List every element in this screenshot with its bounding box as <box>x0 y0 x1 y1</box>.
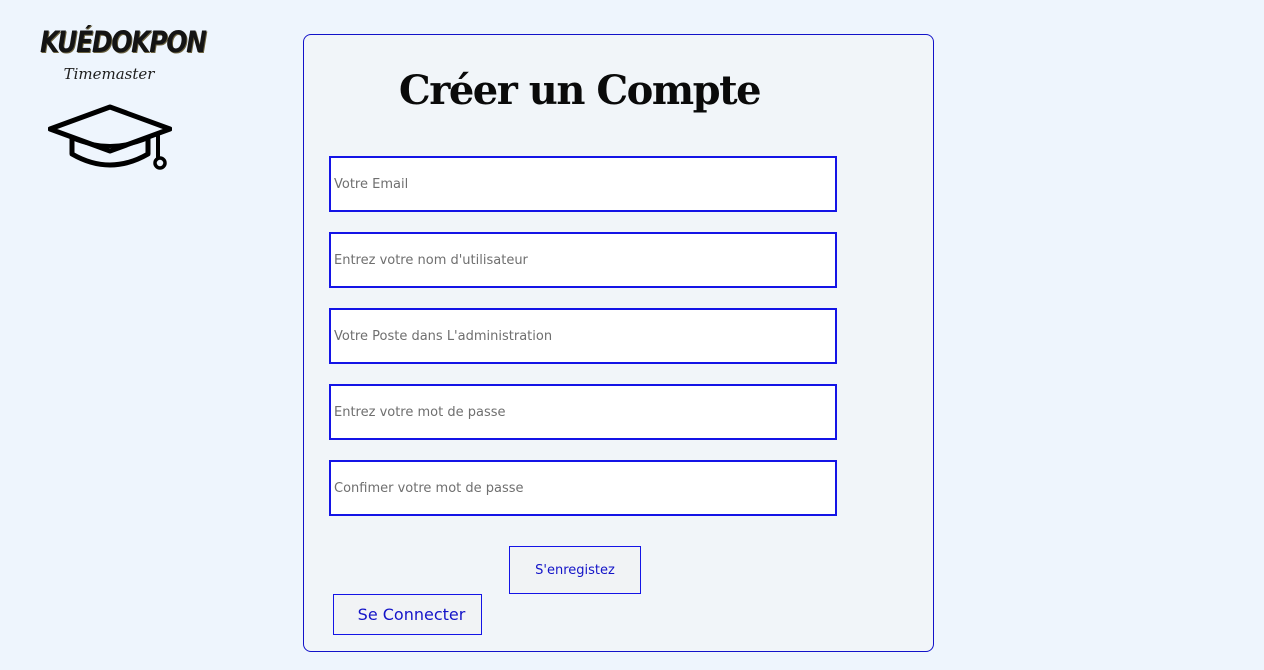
logo-brand: KUÉDOKPON <box>40 25 207 59</box>
logo: KUÉDOKPON Timemaster <box>40 24 207 170</box>
register-button[interactable]: S'enregistez <box>509 546 641 594</box>
register-card: Créer un Compte S'enregistez Se Connecte… <box>303 34 934 652</box>
page-title: Créer un Compte <box>398 67 762 114</box>
position-field[interactable] <box>329 308 837 364</box>
graduation-cap-icon <box>48 104 172 170</box>
username-field[interactable] <box>329 232 837 288</box>
password-field[interactable] <box>329 384 837 440</box>
logo-subtitle: Timemaster <box>63 65 155 83</box>
email-field[interactable] <box>329 156 837 212</box>
login-button[interactable]: Se Connecter <box>333 594 482 635</box>
register-page: KUÉDOKPON Timemaster Créer un Compte S'e… <box>0 0 1264 670</box>
password-confirm-field[interactable] <box>329 460 837 516</box>
